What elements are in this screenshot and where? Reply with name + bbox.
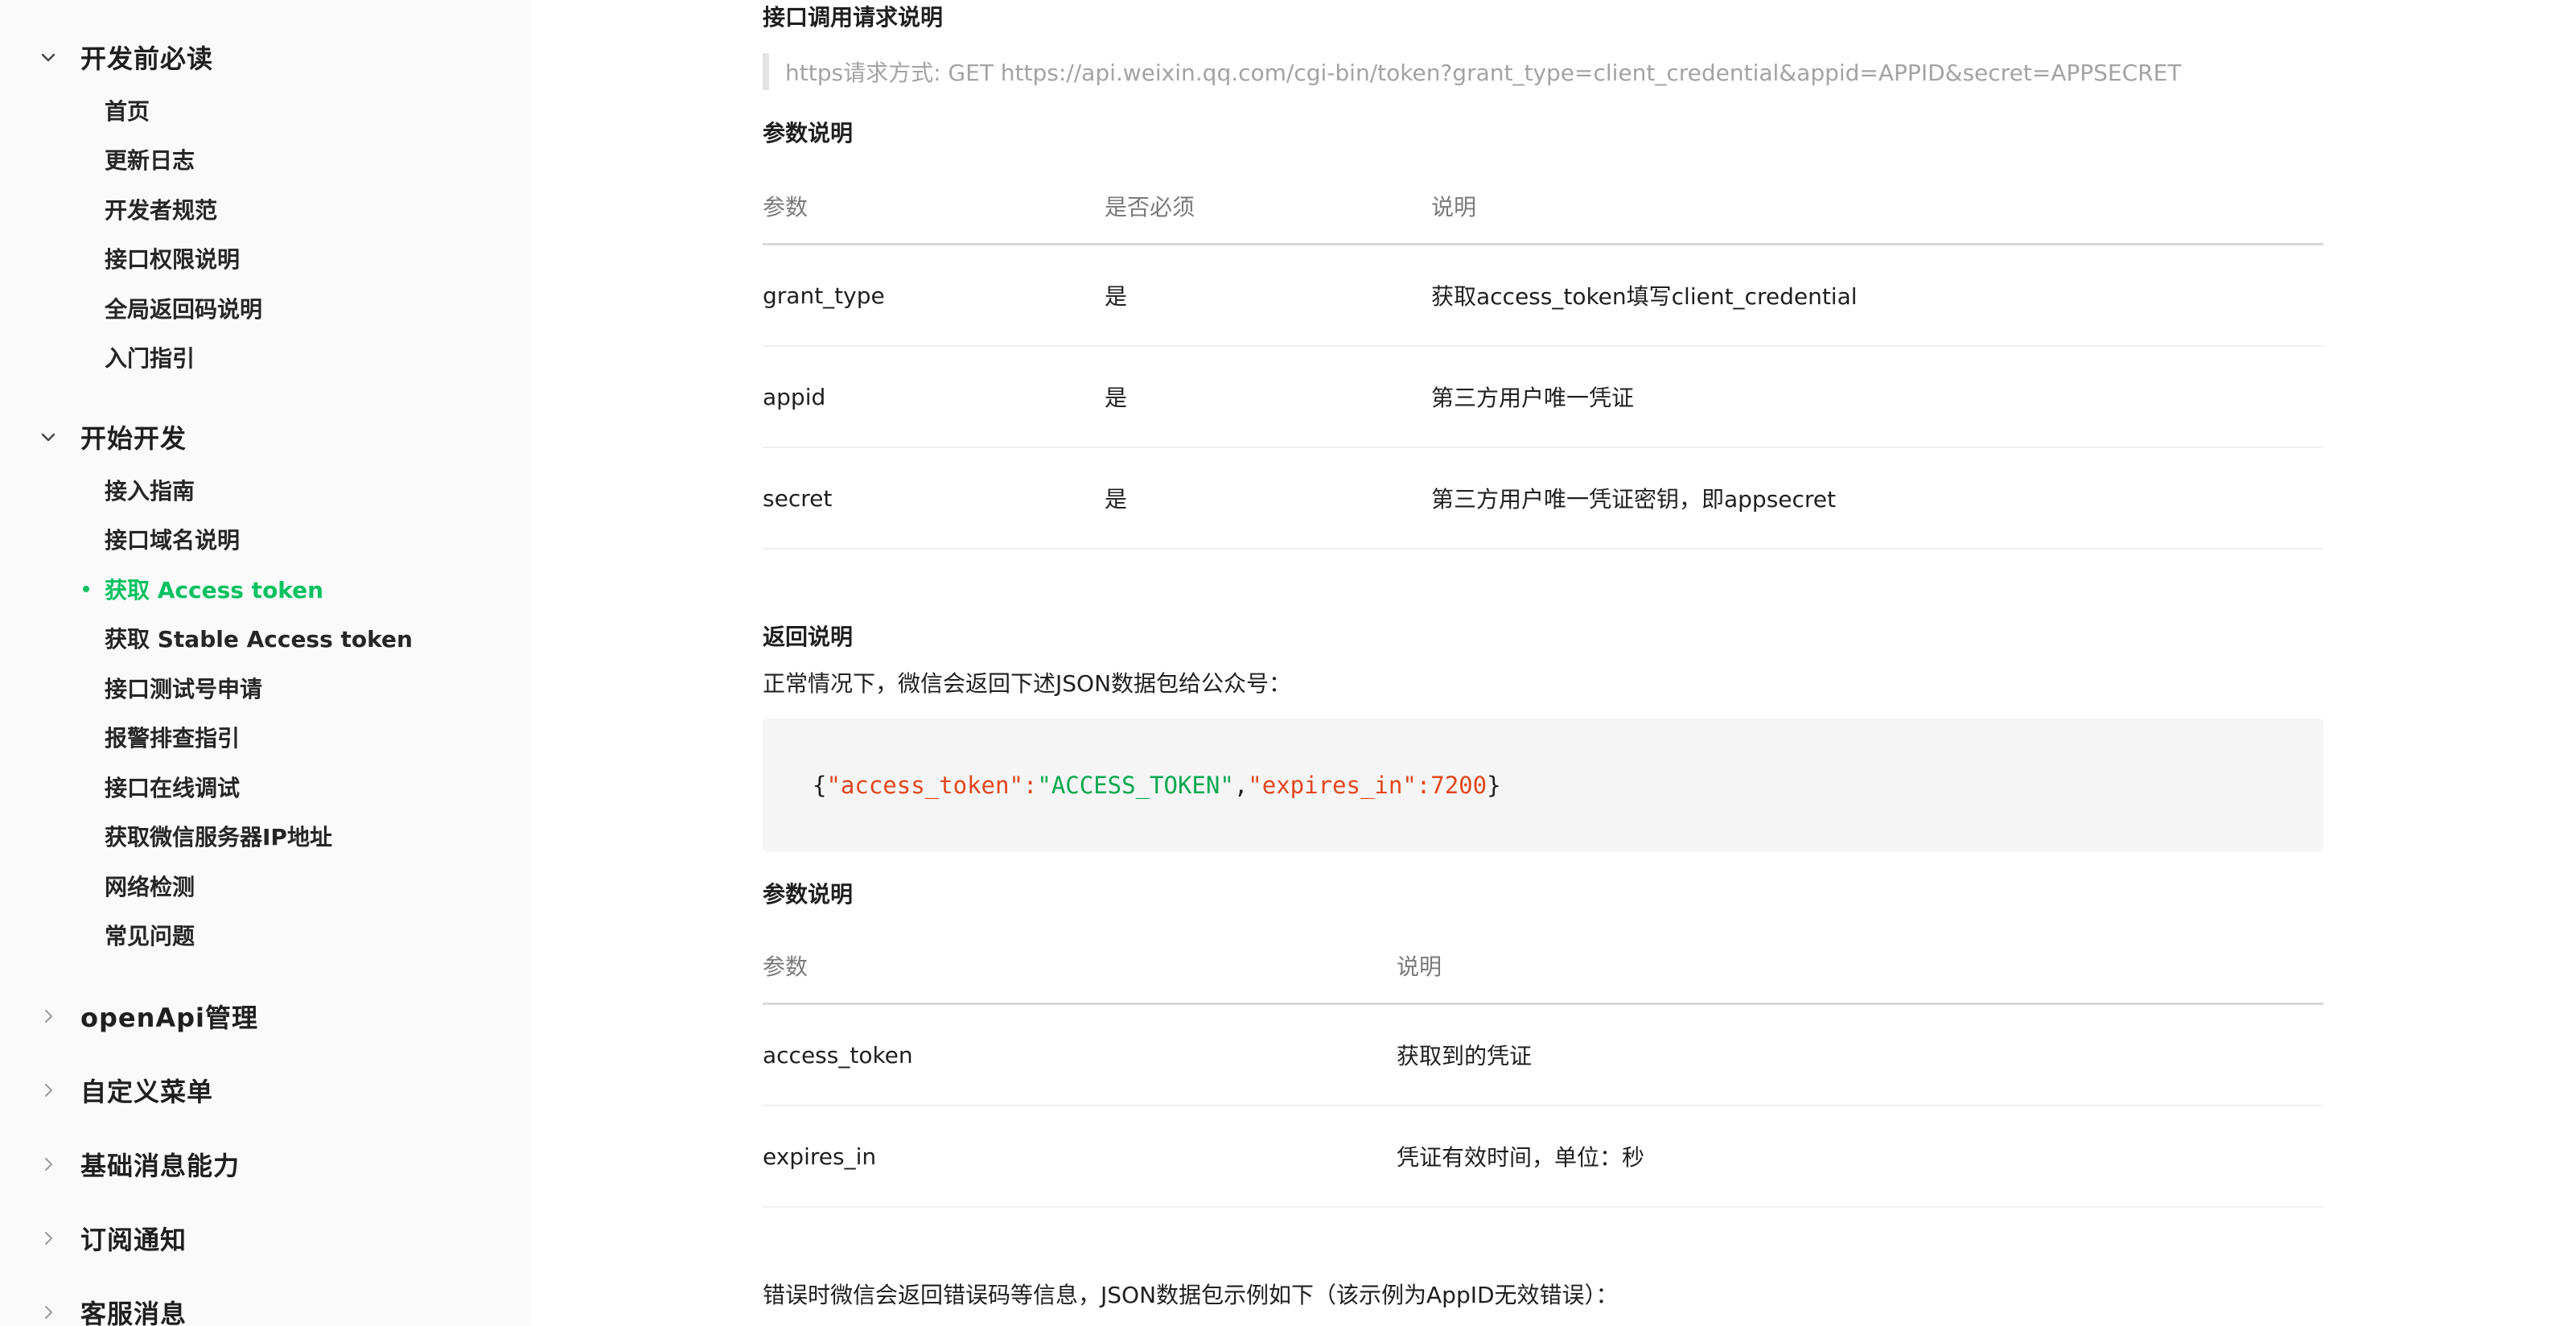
nav-group-header-before-dev[interactable]: 开发前必读 xyxy=(0,29,531,85)
nav-group-header-customer-service[interactable]: 客服消息 xyxy=(0,1284,531,1326)
table-cell: 获取access_token填写client_credential xyxy=(1431,283,1858,310)
sidebar-item-network-check[interactable]: 网络检测 xyxy=(0,861,531,911)
nav-group-header-subscription[interactable]: 订阅通知 xyxy=(0,1210,531,1266)
table-cell: appid xyxy=(763,383,826,410)
doc-page: 开发前必读 首页 更新日志 开发者规范 接口权限说明 全局返回码说明 入门指引 … xyxy=(0,0,2576,1326)
nav-group-header-custom-menu[interactable]: 自定义菜单 xyxy=(0,1062,531,1118)
nav-items: 接入指南 接口域名说明 获取 Access token 获取 Stable Ac… xyxy=(0,465,531,960)
table-header-cell: 参数 xyxy=(763,953,809,980)
code-string: "ACCESS_TOKEN" xyxy=(1037,772,1234,799)
code-comma: , xyxy=(1233,772,1249,799)
nav-group-subscription: 订阅通知 xyxy=(0,1210,531,1266)
return-heading: 返回说明 xyxy=(763,624,854,650)
table-row: access_token 获取到的凭证 xyxy=(763,1005,2323,1106)
sidebar-item-getting-started[interactable]: 入门指引 xyxy=(0,333,531,383)
sidebar-item-test-account[interactable]: 接口测试号申请 xyxy=(0,663,531,713)
table-header-row: 参数 说明 xyxy=(763,929,2323,1005)
nav-group-start-dev: 开始开发 接入指南 接口域名说明 获取 Access token 获取 Stab… xyxy=(0,409,531,960)
table-cell: 第三方用户唯一凭证密钥，即appsecret xyxy=(1431,486,1837,513)
request-heading: 接口调用请求说明 xyxy=(763,4,944,31)
nav-group-header-openapi[interactable]: openApi管理 xyxy=(0,988,531,1044)
table-header-row: 参数 是否必须 说明 xyxy=(763,169,2323,245)
table-cell: expires_in xyxy=(763,1143,877,1170)
return-params-table: 参数 说明 access_token 获取到的凭证 expires_in 凭证有… xyxy=(763,929,2323,1208)
table-header-cell: 是否必须 xyxy=(1105,194,1195,220)
sidebar-item-dev-guidelines[interactable]: 开发者规范 xyxy=(0,184,531,234)
nav-group-title: 开发前必读 xyxy=(80,43,214,74)
table-row: expires_in 凭证有效时间，单位：秒 xyxy=(763,1106,2323,1208)
table-cell: 第三方用户唯一凭证 xyxy=(1431,385,1635,411)
table-row: grant_type 是 获取access_token填写client_cred… xyxy=(763,245,2323,347)
request-url-quote: https请求方式: GET https://api.weixin.qq.com… xyxy=(763,53,2307,90)
chevron-right-icon xyxy=(24,1214,72,1262)
sidebar-item-alert-troubleshooting[interactable]: 报警排查指引 xyxy=(0,713,531,763)
nav-group-basic-messaging: 基础消息能力 xyxy=(0,1136,531,1192)
nav-group-title: 自定义菜单 xyxy=(80,1077,214,1107)
code-key: "expires_in" xyxy=(1248,772,1417,799)
nav-group-title: 客服消息 xyxy=(80,1299,187,1326)
error-description: 错误时微信会返回错误码等信息，JSON数据包示例如下（该示例为AppID无效错误… xyxy=(763,1282,1619,1308)
table-header-cell: 参数 xyxy=(763,194,809,220)
sidebar-item-get-access-token[interactable]: 获取 Access token xyxy=(0,564,531,614)
nav-group-openapi: openApi管理 xyxy=(0,988,531,1044)
sidebar-item-access-guide[interactable]: 接入指南 xyxy=(0,465,531,515)
params-heading: 参数说明 xyxy=(763,120,854,146)
table-cell: secret xyxy=(763,484,833,512)
chevron-down-icon xyxy=(24,413,72,461)
json-code-block: {"access_token": "ACCESS_TOKEN", "expires_… xyxy=(763,719,2323,852)
table-cell: 是 xyxy=(1105,283,1128,310)
nav-group-title: 开始开发 xyxy=(80,423,187,454)
nav-items: 首页 更新日志 开发者规范 接口权限说明 全局返回码说明 入门指引 xyxy=(0,85,531,382)
code-colon: : xyxy=(1023,772,1038,799)
table-cell: 凭证有效时间，单位：秒 xyxy=(1397,1144,1645,1171)
chevron-down-icon xyxy=(24,33,72,81)
chevron-right-icon xyxy=(24,1140,72,1188)
return-description: 正常情况下，微信会返回下述JSON数据包给公众号： xyxy=(763,670,1292,697)
sidebar-nav: 开发前必读 首页 更新日志 开发者规范 接口权限说明 全局返回码说明 入门指引 … xyxy=(0,0,531,1326)
sidebar-item-online-debug[interactable]: 接口在线调试 xyxy=(0,762,531,812)
sidebar-item-global-return-codes[interactable]: 全局返回码说明 xyxy=(0,283,531,333)
table-row: secret 是 第三方用户唯一凭证密钥，即appsecret xyxy=(763,448,2323,550)
table-cell: access_token xyxy=(763,1041,913,1069)
code-brace: } xyxy=(1487,772,1501,799)
sidebar-item-faq[interactable]: 常见问题 xyxy=(0,911,531,961)
table-cell: 是 xyxy=(1105,385,1128,411)
table-header-cell: 说明 xyxy=(1397,953,1442,980)
code-colon: : xyxy=(1416,772,1431,799)
sidebar-item-api-permissions[interactable]: 接口权限说明 xyxy=(0,234,531,284)
chevron-right-icon xyxy=(24,992,72,1040)
return-params-heading: 参数说明 xyxy=(763,881,854,908)
table-cell: grant_type xyxy=(763,282,885,309)
nav-group-title: openApi管理 xyxy=(80,1003,259,1033)
code-key: "access_token" xyxy=(826,772,1023,799)
table-cell: 获取到的凭证 xyxy=(1397,1043,1533,1069)
sidebar-item-server-ip[interactable]: 获取微信服务器IP地址 xyxy=(0,812,531,862)
sidebar-item-api-domains[interactable]: 接口域名说明 xyxy=(0,515,531,565)
params-table: 参数 是否必须 说明 grant_type 是 获取access_token填写… xyxy=(763,169,2323,550)
nav-group-title: 订阅通知 xyxy=(80,1225,187,1255)
nav-group-custom-menu: 自定义菜单 xyxy=(0,1062,531,1118)
active-indicator-dot xyxy=(83,585,89,592)
chevron-right-icon xyxy=(24,1066,72,1114)
code-number: 7200 xyxy=(1430,772,1488,799)
sidebar-item-changelog[interactable]: 更新日志 xyxy=(0,135,531,185)
sidebar-item-home[interactable]: 首页 xyxy=(0,85,531,135)
nav-group-header-start-dev[interactable]: 开始开发 xyxy=(0,409,531,465)
sidebar-item-label: 获取 Access token xyxy=(105,576,324,603)
code-brace: { xyxy=(813,772,827,799)
chevron-right-icon xyxy=(24,1288,72,1326)
nav-group-before-dev: 开发前必读 首页 更新日志 开发者规范 接口权限说明 全局返回码说明 入门指引 xyxy=(0,29,531,382)
sidebar-item-get-stable-access-token[interactable]: 获取 Stable Access token xyxy=(0,614,531,664)
table-cell: 是 xyxy=(1105,486,1128,513)
nav-group-title: 基础消息能力 xyxy=(80,1151,241,1181)
table-header-cell: 说明 xyxy=(1431,194,1477,220)
nav-group-customer-service: 客服消息 xyxy=(0,1284,531,1326)
doc-content: 接口调用请求说明 https请求方式: GET https://api.weix… xyxy=(763,0,2323,1326)
table-row: appid 是 第三方用户唯一凭证 xyxy=(763,347,2323,448)
nav-group-header-basic-messaging[interactable]: 基础消息能力 xyxy=(0,1136,531,1192)
